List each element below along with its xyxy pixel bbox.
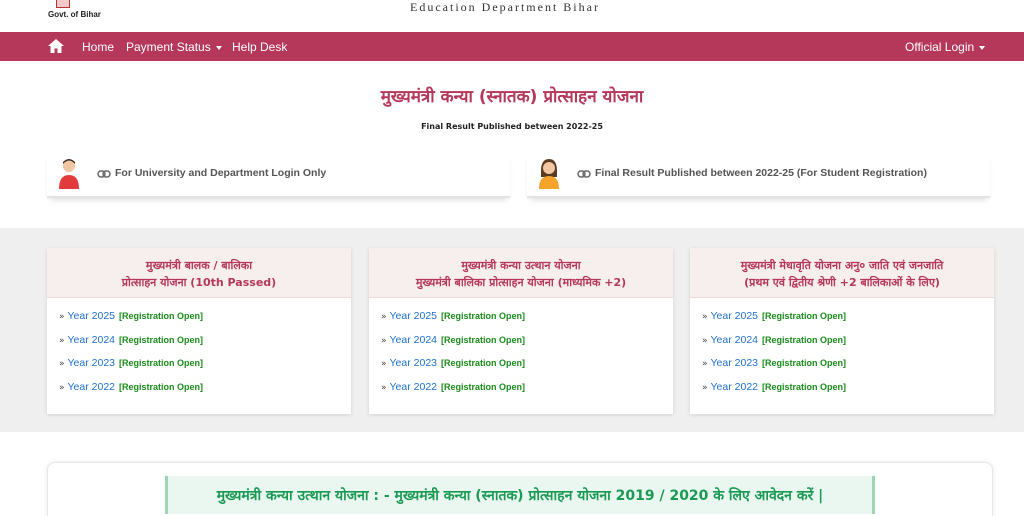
chevron-right-icon: » xyxy=(381,335,387,346)
page-title: मुख्यमंत्री कन्या (स्नातक) प्रोत्साहन यो… xyxy=(380,87,644,107)
student-registration-label: Final Result Published between 2022-25 (… xyxy=(595,167,927,179)
site-header: Govt. of Bihar Education Department Biha… xyxy=(0,0,1024,32)
nav-help-desk[interactable]: Help Desk xyxy=(232,40,287,54)
scheme-title-line2: मुख्यमंत्री बालिका प्रोत्साहन योजना (माध… xyxy=(415,276,627,289)
year-link[interactable]: Year 2023 xyxy=(390,357,438,369)
chevron-right-icon: » xyxy=(702,312,708,322)
status-badge: [Registration Open] xyxy=(441,381,526,392)
scheme-title-line2: (प्रथम एवं द्वितीय श्रेणी +2 बालिकाओं के… xyxy=(744,276,940,289)
list-item[interactable]: » Year 2025 [Registration Open] xyxy=(702,310,994,334)
scheme-card-10th: मुख्यमंत्री बालक / बालिका प्रोत्साहन योज… xyxy=(47,248,351,414)
chevron-right-icon: » xyxy=(702,359,708,369)
scheme-title-line1: मुख्यमंत्री बालक / बालिका xyxy=(145,259,253,272)
university-login-card[interactable]: For University and Department Login Only xyxy=(47,152,510,198)
female-user-icon xyxy=(539,159,559,189)
scheme-title-line1: मुख्यमंत्री मेधावृति योजना अनु० जाति एवं… xyxy=(740,259,944,272)
list-item[interactable]: » Year 2022 [Registration Open] xyxy=(702,381,994,405)
year-list: » Year 2025 [Registration Open] » Year 2024… xyxy=(47,298,351,404)
year-link[interactable]: Year 2023 xyxy=(68,357,116,369)
scheme-title-line1: मुख्यमंत्री कन्या उत्थान योजना xyxy=(461,259,581,272)
scheme-card-header: मुख्यमंत्री मेधावृति योजना अनु० जाति एवं… xyxy=(690,248,994,298)
list-item[interactable]: » Year 2025 [Registration Open] xyxy=(381,310,673,334)
status-badge: [Registration Open] xyxy=(119,334,204,345)
nav-payment-status-label: Payment Status xyxy=(126,40,211,54)
list-item[interactable]: » Year 2023 [Registration Open] xyxy=(702,357,994,381)
chevron-right-icon: » xyxy=(59,359,65,369)
status-badge: [Registration Open] xyxy=(762,358,847,368)
year-link[interactable]: Year 2024 xyxy=(711,334,759,346)
year-link[interactable]: Year 2022 xyxy=(390,381,438,393)
year-link[interactable]: Year 2023 xyxy=(711,357,759,369)
list-item[interactable]: » Year 2023 [Registration Open] xyxy=(59,357,351,381)
year-link[interactable]: Year 2022 xyxy=(711,381,759,393)
scheme-card-header: मुख्यमंत्री कन्या उत्थान योजना मुख्यमंत्… xyxy=(369,248,673,298)
scheme-title-line2: प्रोत्साहन योजना (10th Passed) xyxy=(121,276,277,289)
chevron-right-icon: » xyxy=(381,359,387,369)
year-link[interactable]: Year 2022 xyxy=(68,381,116,393)
list-item[interactable]: » Year 2023 [Registration Open] xyxy=(381,357,673,381)
status-badge: [Registration Open] xyxy=(762,311,847,321)
bihar-emblem-icon xyxy=(56,0,70,8)
chevron-right-icon: » xyxy=(381,312,387,322)
status-badge: [Registration Open] xyxy=(441,334,526,345)
chevron-right-icon: » xyxy=(59,335,65,346)
link-icon xyxy=(577,170,591,178)
nav-official-login[interactable]: Official Login xyxy=(905,40,986,54)
list-item[interactable]: » Year 2022 [Registration Open] xyxy=(59,381,351,405)
list-item[interactable]: » Year 2022 [Registration Open] xyxy=(381,381,673,405)
chevron-right-icon: » xyxy=(381,382,387,393)
scheme-card-kanya-utthan: मुख्यमंत्री कन्या उत्थान योजना मुख्यमंत्… xyxy=(369,248,673,414)
status-badge: [Registration Open] xyxy=(441,311,526,321)
status-badge: [Registration Open] xyxy=(762,334,847,345)
status-badge: [Registration Open] xyxy=(119,311,204,321)
page-subtitle: Final Result Published between 2022-25 xyxy=(421,122,603,131)
chevron-right-icon: » xyxy=(59,312,65,322)
year-list: » Year 2025 [Registration Open] » Year 2024… xyxy=(690,298,994,404)
list-item[interactable]: » Year 2024 [Registration Open] xyxy=(702,334,994,358)
chevron-right-icon: » xyxy=(702,335,708,346)
home-icon[interactable] xyxy=(48,39,64,53)
scheme-card-medhavriti: मुख्यमंत्री मेधावृति योजना अनु० जाति एवं… xyxy=(690,248,994,414)
chevron-down-icon xyxy=(979,45,986,50)
list-item[interactable]: » Year 2024 [Registration Open] xyxy=(59,334,351,358)
university-login-label: For University and Department Login Only xyxy=(115,167,327,179)
link-icon xyxy=(97,170,111,178)
main-navbar: Home Payment Status Help Desk Official L… xyxy=(0,32,1024,61)
year-link[interactable]: Year 2024 xyxy=(390,334,438,346)
list-item[interactable]: » Year 2025 [Registration Open] xyxy=(59,310,351,334)
chevron-right-icon: » xyxy=(702,382,708,393)
chevron-down-icon xyxy=(215,45,222,50)
year-link[interactable]: Year 2024 xyxy=(68,334,116,346)
nav-home[interactable]: Home xyxy=(82,40,114,54)
chevron-right-icon: » xyxy=(59,382,65,393)
nav-official-login-label: Official Login xyxy=(905,40,975,54)
year-link[interactable]: Year 2025 xyxy=(711,310,759,322)
scheme-card-header: मुख्यमंत्री बालक / बालिका प्रोत्साहन योज… xyxy=(47,248,351,298)
department-title: Education Department Bihar xyxy=(410,0,600,14)
announcement-banner[interactable]: मुख्यमंत्री कन्या उत्थान योजना : - मुख्य… xyxy=(165,476,875,514)
student-registration-card[interactable]: Final Result Published between 2022-25 (… xyxy=(527,152,990,198)
status-badge: [Registration Open] xyxy=(119,381,204,392)
status-badge: [Registration Open] xyxy=(762,381,847,392)
status-badge: [Registration Open] xyxy=(119,358,204,368)
govt-label: Govt. of Bihar xyxy=(48,10,101,19)
male-user-icon xyxy=(59,159,79,189)
year-link[interactable]: Year 2025 xyxy=(68,310,116,322)
year-list: » Year 2025 [Registration Open] » Year 2024… xyxy=(369,298,673,404)
list-item[interactable]: » Year 2024 [Registration Open] xyxy=(381,334,673,358)
status-badge: [Registration Open] xyxy=(441,358,526,368)
year-link[interactable]: Year 2025 xyxy=(390,310,438,322)
nav-payment-status[interactable]: Payment Status xyxy=(126,40,222,54)
